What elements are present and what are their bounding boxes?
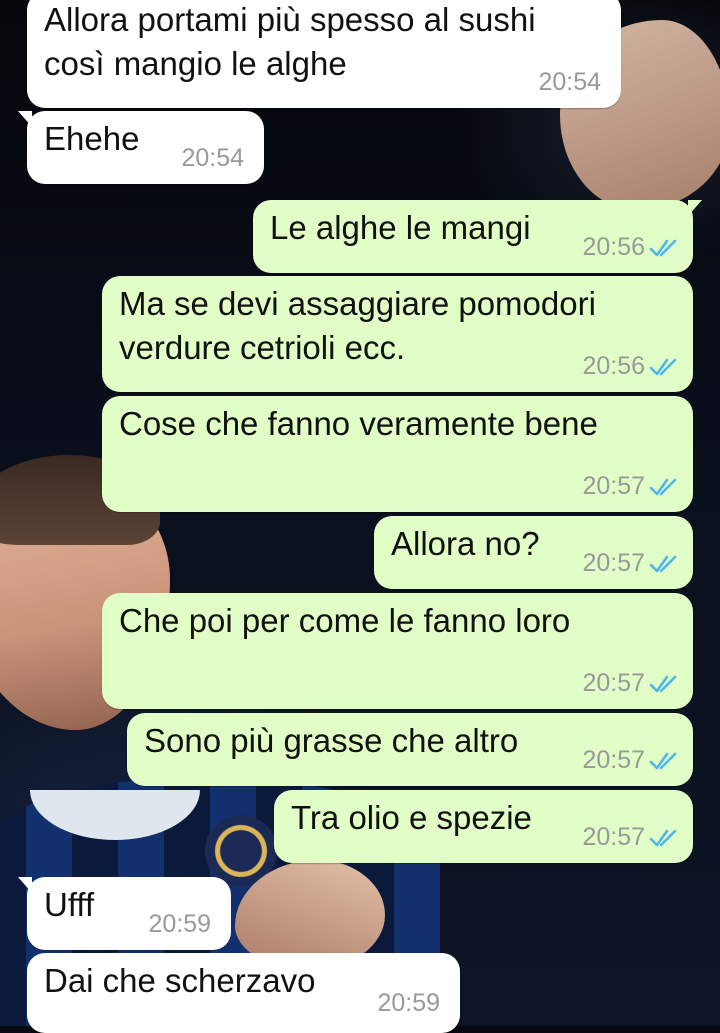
message-timestamp: 20:54 — [538, 68, 601, 96]
message-text: Ma se devi assaggiare pomodori verdure c… — [119, 285, 596, 366]
message-timestamp: 20:57 — [582, 549, 645, 577]
message-timestamp: 20:54 — [181, 144, 244, 172]
message-bubble-incoming[interactable]: Ufff 20:59 — [18, 877, 231, 950]
message-bubble-incoming[interactable]: Ehehe 20:54 — [18, 111, 264, 184]
message-timestamp: 20:56 — [582, 233, 645, 261]
message-text: Sono più grasse che altro — [144, 722, 519, 759]
message-text: Che poi per come le fanno loro — [119, 602, 571, 639]
message-timestamp: 20:57 — [582, 823, 645, 851]
message-timestamp: 20:57 — [582, 669, 645, 697]
message-bubble-outgoing[interactable]: Ma se devi assaggiare pomodori verdure c… — [102, 276, 693, 392]
double-check-read-icon — [649, 358, 677, 376]
message-bubble-incoming[interactable]: Allora portami più spesso al sushi così … — [27, 0, 621, 108]
message-bubble-outgoing[interactable]: Allora no? 20:57 — [374, 516, 693, 589]
message-bubble-outgoing[interactable]: Le alghe le mangi 20:56 — [253, 200, 702, 273]
bubble-tail — [688, 200, 702, 216]
double-check-read-icon — [649, 752, 677, 770]
message-bubble-outgoing[interactable]: Che poi per come le fanno loro 20:57 — [102, 593, 693, 709]
message-timestamp: 20:57 — [582, 472, 645, 500]
message-text: Ehehe — [44, 120, 140, 157]
double-check-read-icon — [649, 478, 677, 496]
message-text: Le alghe le mangi — [270, 209, 531, 246]
message-timestamp: 20:59 — [148, 910, 211, 938]
message-bubble-outgoing[interactable]: Sono più grasse che altro 20:57 — [127, 713, 693, 786]
message-text: Cose che fanno veramente bene — [119, 405, 598, 442]
message-timestamp: 20:59 — [377, 989, 440, 1017]
double-check-read-icon — [649, 239, 677, 257]
message-text: Allora portami più spesso al sushi così … — [44, 1, 536, 82]
message-bubble-outgoing[interactable]: Cose che fanno veramente bene 20:57 — [102, 396, 693, 512]
message-text: Ufff — [44, 886, 95, 923]
message-timestamp: 20:57 — [582, 746, 645, 774]
bubble-tail — [18, 111, 32, 127]
bubble-tail — [18, 877, 32, 893]
message-text: Allora no? — [391, 525, 540, 562]
double-check-read-icon — [649, 675, 677, 693]
message-bubble-incoming[interactable]: Dai che scherzavo 20:59 — [27, 953, 460, 1033]
double-check-read-icon — [649, 829, 677, 847]
double-check-read-icon — [649, 555, 677, 573]
message-timestamp: 20:56 — [582, 352, 645, 380]
message-text: Tra olio e spezie — [291, 799, 532, 836]
message-bubble-outgoing[interactable]: Tra olio e spezie 20:57 — [274, 790, 693, 863]
message-text: Dai che scherzavo — [44, 962, 316, 999]
